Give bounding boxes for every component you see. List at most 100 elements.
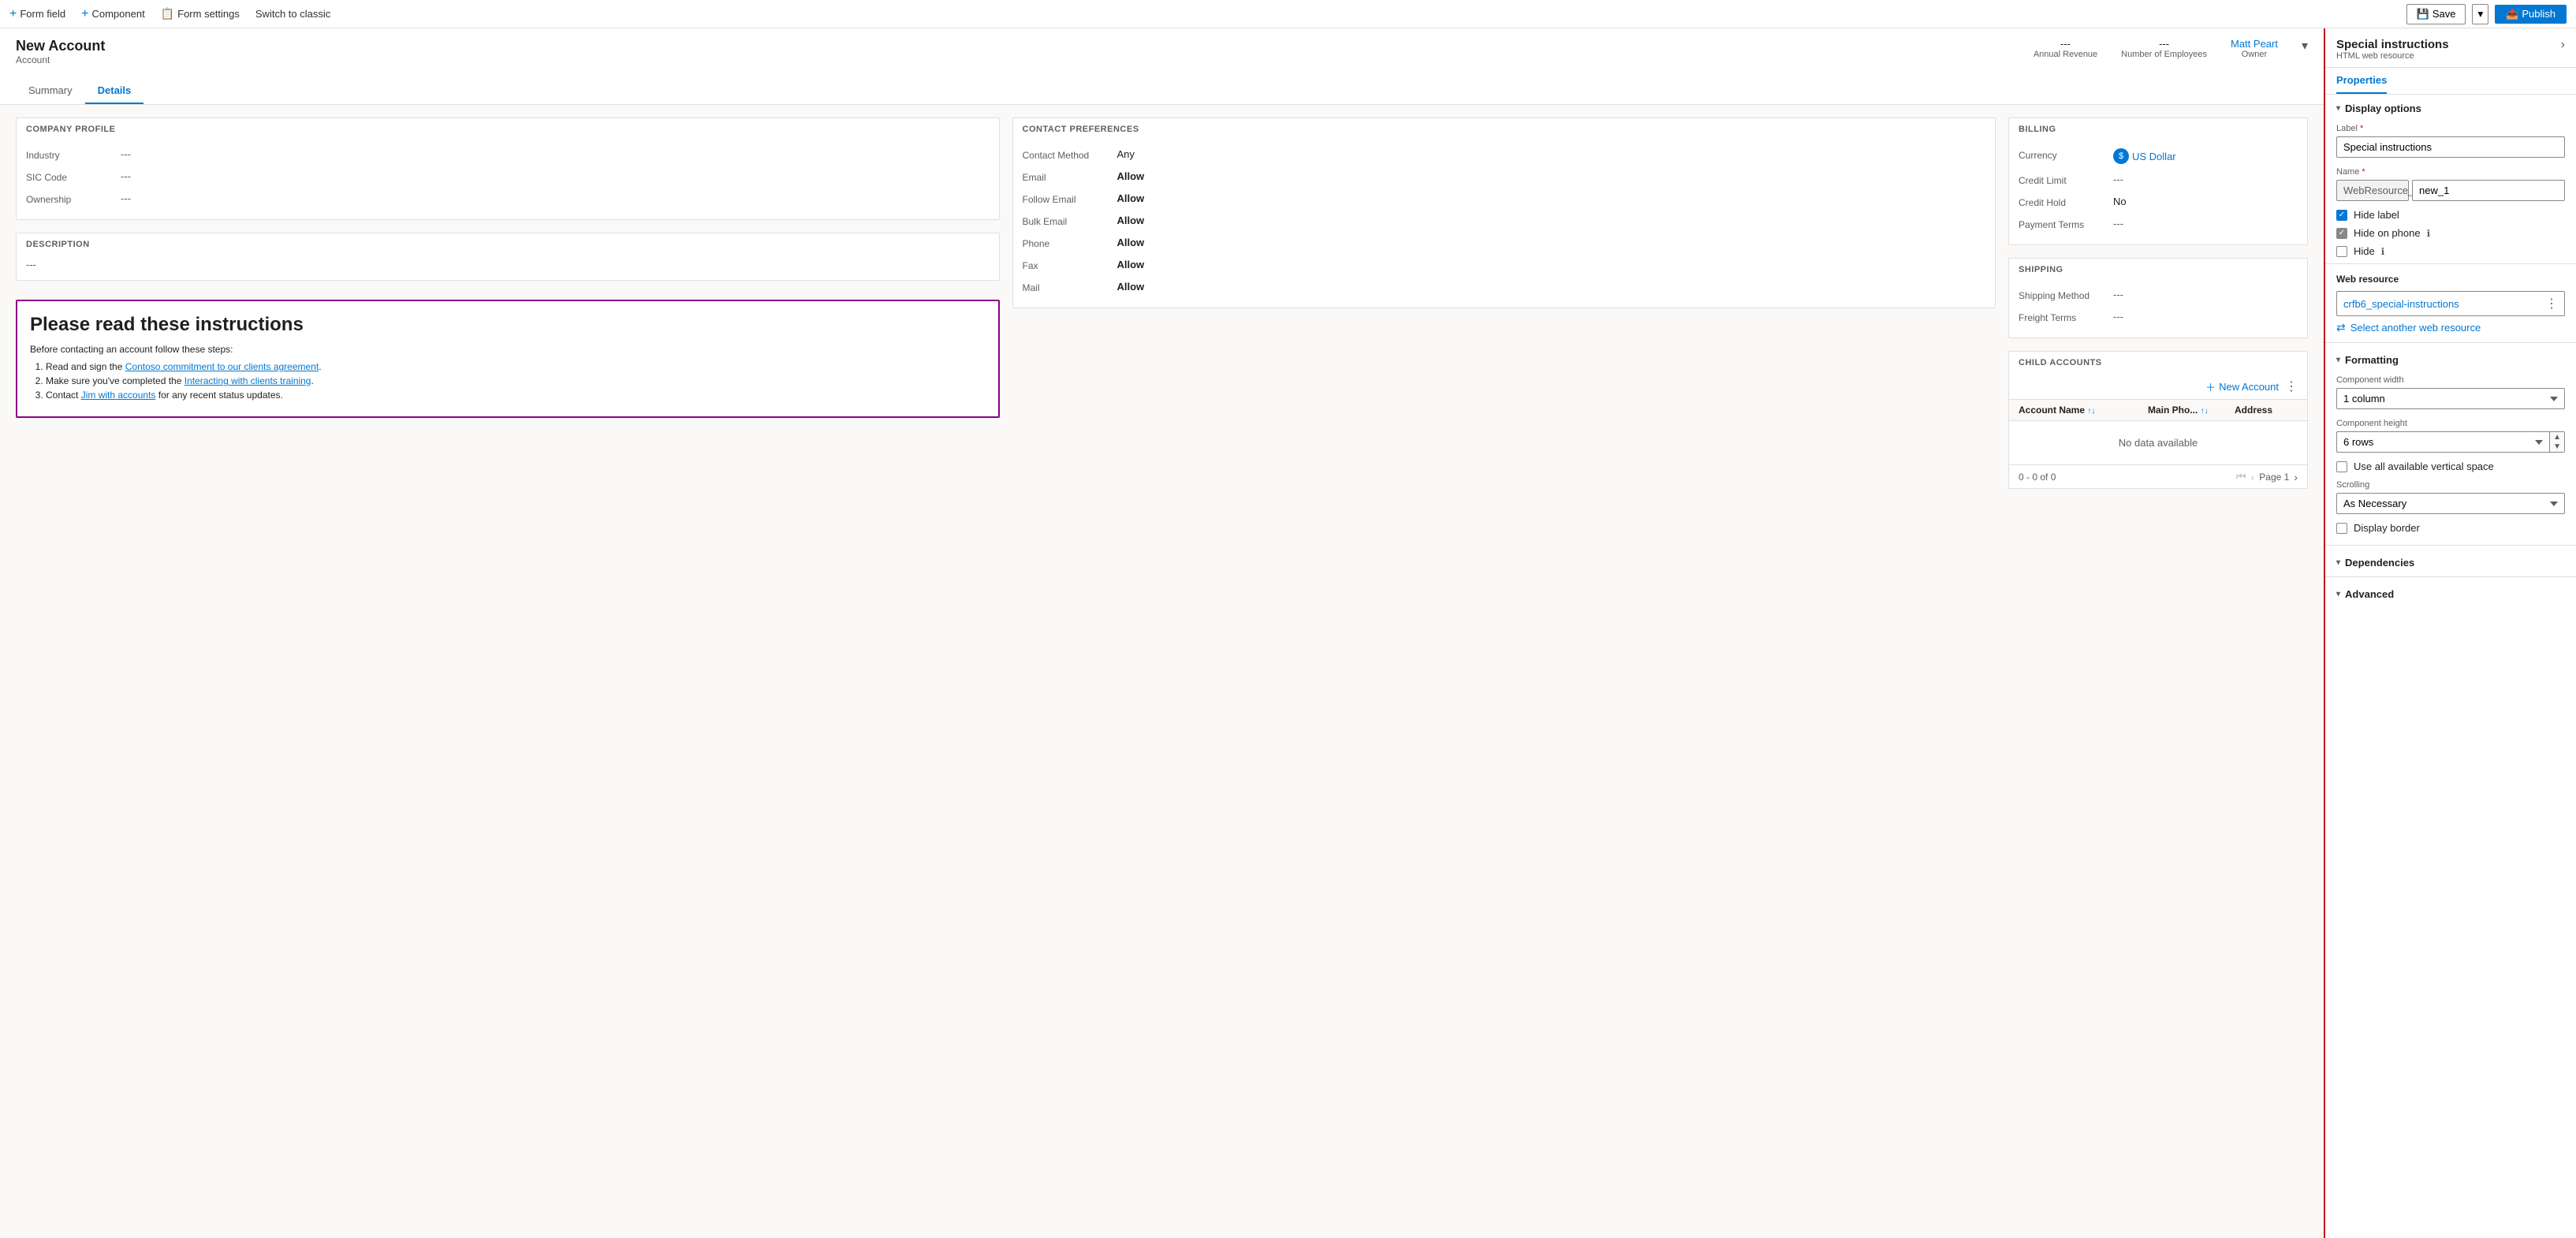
currency-field: Currency $ US Dollar — [2019, 144, 2298, 169]
child-accounts-section: CHILD ACCOUNTS ＋ New Account ⋮ Account N… — [2008, 351, 2308, 489]
child-accounts-toolbar: ＋ New Account ⋮ — [2009, 374, 2307, 400]
display-border-checkbox[interactable] — [2336, 523, 2347, 534]
instructions-link-1[interactable]: Contoso commitment to our clients agreem… — [125, 361, 319, 372]
height-increment-button[interactable]: ▲ — [2550, 432, 2564, 442]
email-value: Allow — [1117, 170, 1145, 182]
display-border-row: Display border — [2325, 519, 2576, 542]
publish-button[interactable]: 📤 Publish — [2495, 5, 2567, 24]
form-header: New Account Account --- Annual Revenue -… — [0, 28, 2324, 105]
name-prefix: WebResource_ — [2336, 180, 2409, 201]
prev-page-button[interactable]: ‹ — [2251, 471, 2255, 483]
shipping-method-value: --- — [2113, 289, 2123, 300]
component-width-select[interactable]: 1 column 2 columns — [2336, 388, 2565, 409]
advanced-title: Advanced — [2345, 588, 2394, 600]
contact-preferences-section: CONTACT PREFERENCES Contact Method Any E… — [1012, 117, 1996, 308]
dependencies-header[interactable]: ▾ Dependencies — [2325, 549, 2576, 573]
hide-on-phone-info-icon[interactable]: ℹ — [2427, 228, 2431, 239]
hide-info-icon[interactable]: ℹ — [2381, 246, 2385, 257]
chevron-down-icon-3: ▾ — [2336, 558, 2340, 567]
select-web-resource-button[interactable]: ⇄ Select another web resource — [2325, 316, 2576, 339]
number-employees-field: --- Number of Employees — [2121, 38, 2207, 59]
formatting-header[interactable]: ▾ Formatting — [2325, 346, 2576, 371]
panel-header: Special instructions HTML web resource › — [2325, 28, 2576, 68]
instructions-title: Please read these instructions — [30, 314, 986, 336]
phone-value: Allow — [1117, 237, 1145, 248]
tab-details[interactable]: Details — [85, 78, 144, 104]
form-settings-label: Form settings — [177, 8, 240, 20]
sort-icon-phone[interactable]: ↑↓ — [2201, 407, 2209, 416]
hide-label-checkbox[interactable] — [2336, 210, 2347, 221]
web-resource-row: crfb6_special-instructions ⋮ — [2336, 291, 2565, 316]
name-input[interactable] — [2412, 180, 2565, 201]
right-column: BILLING Currency $ US Dollar Credit Limi… — [2008, 117, 2308, 489]
form-title: New Account — [16, 38, 105, 54]
form-settings-button[interactable]: 📋 Form settings — [161, 7, 240, 21]
display-options-header[interactable]: ▾ Display options — [2325, 95, 2576, 119]
currency-value: $ US Dollar — [2113, 148, 2176, 164]
panel-close-button[interactable]: › — [2561, 38, 2565, 52]
save-dropdown-button[interactable]: ▾ — [2472, 4, 2488, 24]
exchange-icon: ⇄ — [2336, 321, 2346, 334]
save-label: Save — [2432, 8, 2456, 20]
formatting-section: ▾ Formatting Component width 1 column 2 … — [2325, 346, 2576, 542]
component-button[interactable]: + Component — [81, 7, 145, 21]
header-expand-button[interactable]: ▾ — [2302, 38, 2308, 54]
next-page-button[interactable]: › — [2294, 471, 2298, 483]
bulk-email-field: Bulk Email Allow — [1023, 210, 1986, 232]
owner-value[interactable]: Matt Peart — [2231, 38, 2278, 50]
switch-classic-button[interactable]: Switch to classic — [255, 8, 330, 20]
name-row: WebResource_ — [2336, 180, 2565, 201]
name-required: * — [2362, 167, 2365, 177]
dependencies-section: ▾ Dependencies — [2325, 549, 2576, 573]
new-account-button[interactable]: ＋ New Account — [2205, 379, 2279, 394]
tab-summary[interactable]: Summary — [16, 78, 85, 104]
instructions-step-1: Read and sign the Contoso commitment to … — [46, 361, 986, 372]
label-input[interactable] — [2336, 136, 2565, 158]
display-border-text: Display border — [2354, 522, 2420, 534]
hide-checkbox[interactable] — [2336, 246, 2347, 257]
pagination-controls: ⏮ ‹ Page 1 › — [2236, 470, 2298, 483]
use-all-space-checkbox[interactable] — [2336, 461, 2347, 472]
instructions-link-2[interactable]: Interacting with clients training — [185, 375, 311, 386]
tab-properties[interactable]: Properties — [2336, 68, 2387, 94]
scrolling-label: Scrolling — [2336, 480, 2565, 490]
email-label: Email — [1023, 170, 1117, 183]
contact-method-label: Contact Method — [1023, 148, 1117, 161]
number-employees-label: Number of Employees — [2121, 50, 2207, 59]
form-body: COMPANY PROFILE Industry --- SIC Code --… — [0, 105, 2324, 502]
middle-column: CONTACT PREFERENCES Contact Method Any E… — [1012, 117, 1996, 489]
sic-code-label: SIC Code — [26, 170, 121, 183]
hide-row: Hide ℹ — [2325, 242, 2576, 260]
currency-name[interactable]: US Dollar — [2132, 151, 2176, 162]
contact-preferences-body: Contact Method Any Email Allow Follow Em… — [1013, 140, 1996, 308]
description-header: Description — [17, 233, 999, 255]
shipping-body: Shipping Method --- Freight Terms --- — [2009, 281, 2307, 337]
height-decrement-button[interactable]: ▼ — [2550, 442, 2564, 453]
fax-value: Allow — [1117, 259, 1145, 270]
instructions-link-3[interactable]: Jim with accounts — [81, 390, 156, 401]
advanced-header[interactable]: ▾ Advanced — [2325, 580, 2576, 605]
content-area: New Account Account --- Annual Revenue -… — [0, 28, 2576, 1238]
child-accounts-more-button[interactable]: ⋮ — [2285, 378, 2298, 394]
payment-terms-label: Payment Terms — [2019, 218, 2113, 230]
hide-on-phone-checkbox[interactable] — [2336, 228, 2347, 239]
sort-icon-account[interactable]: ↑↓ — [2087, 407, 2095, 416]
first-page-button[interactable]: ⏮ — [2236, 470, 2246, 483]
scrolling-select[interactable]: As Necessary Always Never — [2336, 493, 2565, 514]
col-address: Address — [2235, 405, 2298, 416]
billing-body: Currency $ US Dollar Credit Limit --- Cr… — [2009, 140, 2307, 244]
chevron-down-icon-4: ▾ — [2336, 590, 2340, 598]
save-button[interactable]: 💾 Save — [2406, 4, 2466, 24]
dependencies-title: Dependencies — [2345, 557, 2414, 569]
component-height-select[interactable]: 1 row 2 rows 3 rows 4 rows 5 rows 6 rows… — [2336, 431, 2549, 453]
ownership-value: --- — [121, 192, 131, 204]
plus-icon-2: + — [81, 7, 88, 21]
hide-on-phone-text: Hide on phone — [2354, 227, 2421, 239]
col-main-phone: Main Pho... ↑↓ — [2148, 405, 2235, 416]
new-account-label: New Account — [2219, 381, 2279, 393]
page-label: Page 1 — [2259, 472, 2289, 483]
right-panel: Special instructions HTML web resource ›… — [2324, 28, 2576, 1238]
form-field-button[interactable]: + Form field — [9, 7, 65, 21]
web-resource-more-button[interactable]: ⋮ — [2545, 296, 2558, 311]
header-fields: --- Annual Revenue --- Number of Employe… — [2034, 38, 2308, 59]
